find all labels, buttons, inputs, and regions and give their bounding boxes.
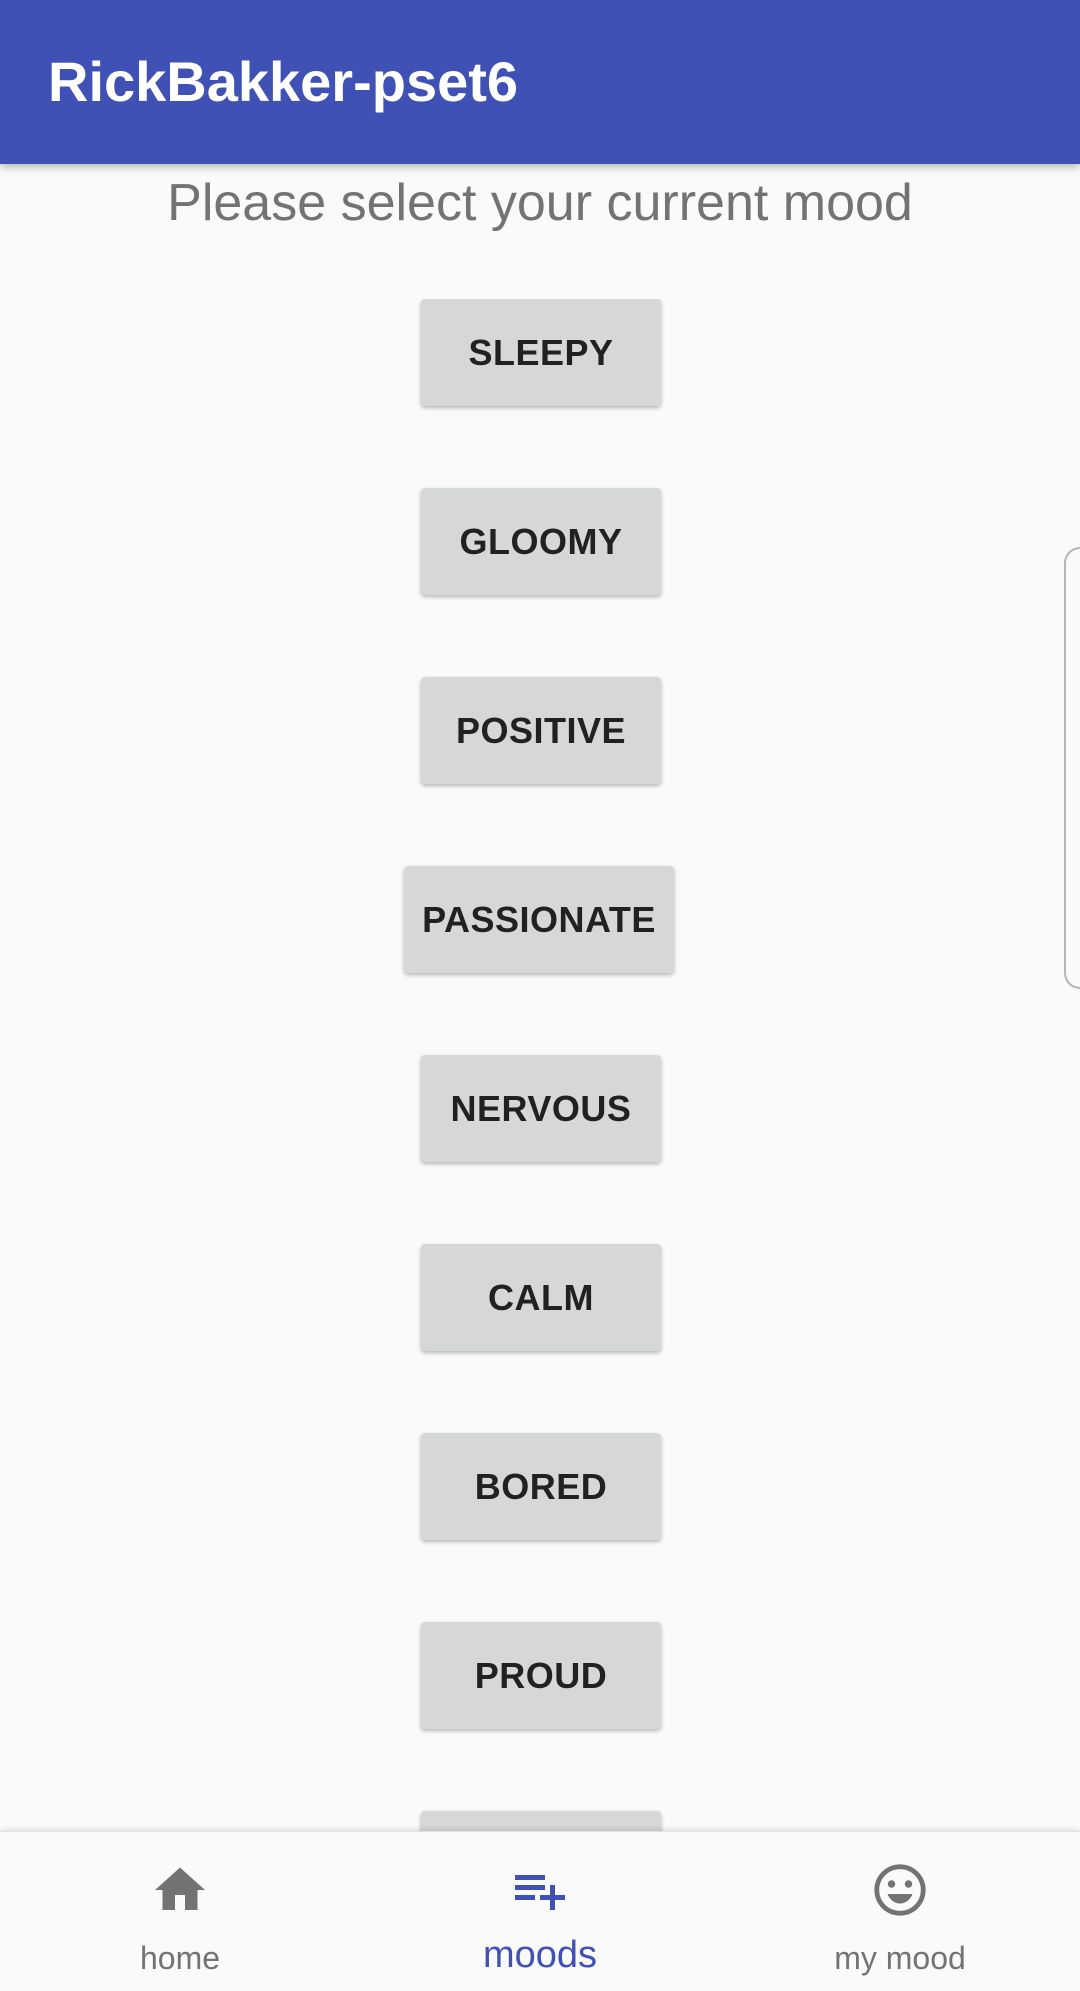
smiley-icon <box>874 1864 926 1916</box>
nav-label-home: home <box>139 1940 221 1976</box>
mood-button-partial[interactable] <box>421 1811 661 1831</box>
mood-list[interactable]: SLEEPY GLOOMY POSITIVE PASSIONATE NERVOU… <box>0 299 1080 1831</box>
mood-prompt: Please select your current mood <box>167 174 913 232</box>
app-bar: RickBakker-pset6 <box>0 0 1080 164</box>
mood-button-positive[interactable]: POSITIVE <box>421 677 661 784</box>
mood-button-gloomy[interactable]: GLOOMY <box>421 488 661 595</box>
app-title: RickBakker-pset6 <box>48 50 519 113</box>
mood-button-bored[interactable]: BORED <box>421 1433 661 1540</box>
home-icon <box>155 1867 205 1910</box>
mood-button-proud[interactable]: PROUD <box>421 1622 661 1729</box>
mood-button-passionate[interactable]: PASSIONATE <box>404 866 674 973</box>
mood-button-nervous[interactable]: NERVOUS <box>421 1055 661 1162</box>
bottom-navigation: home moods my mood <box>0 1831 1080 1991</box>
nav-item-home[interactable]: home <box>0 1832 360 1991</box>
nav-label-moods: moods <box>482 1934 598 1976</box>
edge-panel-handle[interactable] <box>1064 547 1080 989</box>
mood-button-sleepy[interactable]: SLEEPY <box>421 299 661 406</box>
mood-button-calm[interactable]: CALM <box>421 1244 661 1351</box>
playlist-add-icon <box>515 1875 565 1910</box>
nav-item-moods[interactable]: moods <box>360 1832 720 1991</box>
nav-label-my-mood: my mood <box>834 1940 966 1976</box>
nav-item-my-mood[interactable]: my mood <box>720 1832 1080 1991</box>
